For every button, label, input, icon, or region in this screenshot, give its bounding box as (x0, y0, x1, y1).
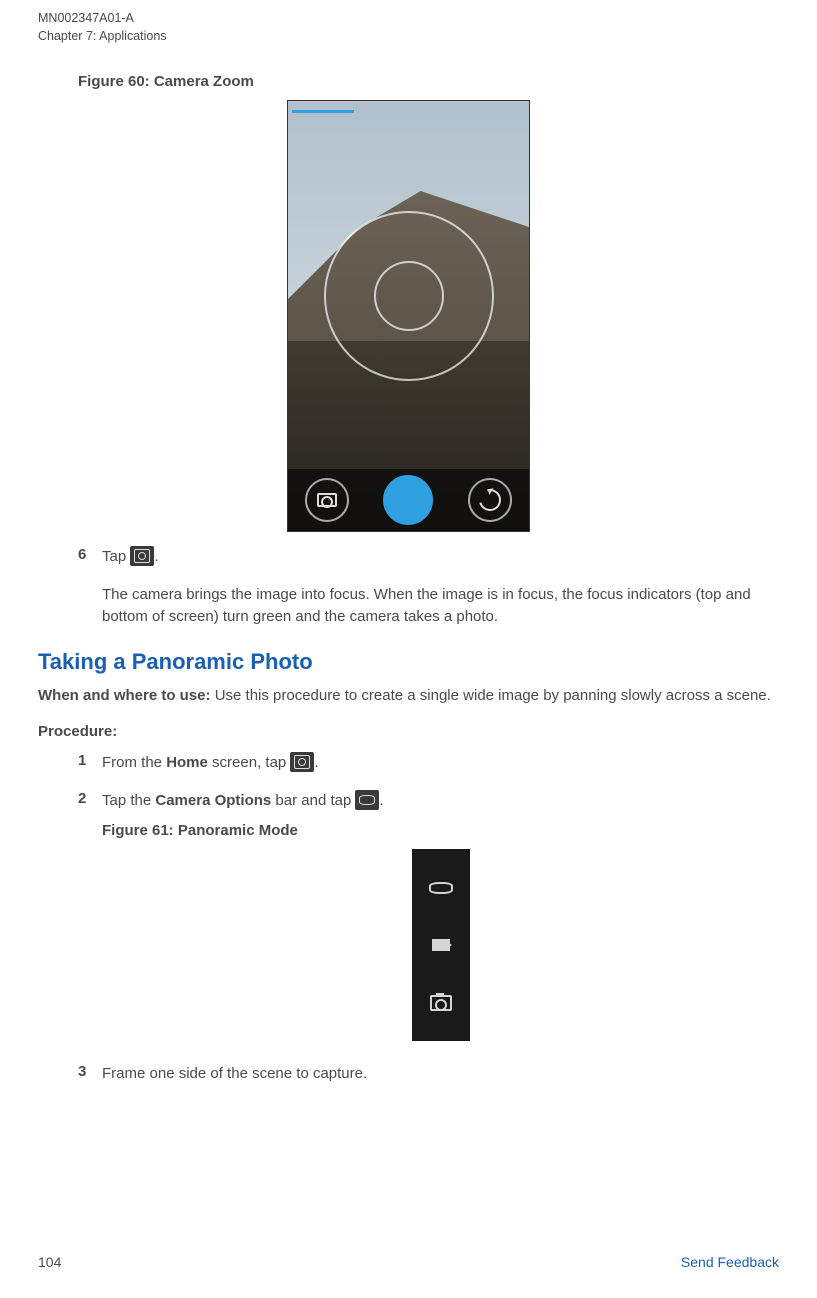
page-footer: 104 Send Feedback (38, 1254, 779, 1270)
photo-mode-icon (427, 989, 455, 1017)
page-number: 104 (38, 1254, 61, 1270)
figure-60-caption: Figure 60: Camera Zoom (78, 73, 779, 90)
camera-icon (290, 752, 314, 772)
step-6: 6 Tap . (78, 546, 779, 576)
video-mode-icon (427, 931, 455, 959)
chapter-label: Chapter 7: Applications (38, 28, 779, 46)
panorama-mode-icon (427, 874, 455, 902)
figure-60-image (287, 100, 530, 532)
figure-61-image (412, 849, 470, 1041)
page-header: MN002347A01-A Chapter 7: Applications (38, 10, 779, 45)
step-1-text: From the Home screen, tap . (102, 752, 779, 774)
step-3: 3 Frame one side of the scene to capture… (78, 1063, 779, 1093)
step-1: 1 From the Home screen, tap . (78, 752, 779, 782)
figure-61-caption: Figure 61: Panoramic Mode (102, 820, 779, 842)
procedure-label: Procedure: (38, 723, 779, 740)
section-intro: When and where to use: Use this procedur… (38, 685, 779, 707)
step-6-text: Tap . (102, 546, 779, 568)
camera-bottom-bar (288, 469, 529, 531)
camera-icon (130, 546, 154, 566)
panorama-icon (355, 790, 379, 810)
camera-mode-icon (305, 478, 349, 522)
switch-camera-icon (468, 478, 512, 522)
section-title: Taking a Panoramic Photo (38, 649, 779, 675)
doc-id: MN002347A01-A (38, 10, 779, 28)
step-number: 6 (78, 546, 102, 563)
step-6-continuation: The camera brings the image into focus. … (102, 584, 779, 628)
step-3-text: Frame one side of the scene to capture. (102, 1063, 779, 1085)
step-number: 3 (78, 1063, 102, 1080)
zoom-inner-ring (374, 261, 444, 331)
step-number: 1 (78, 752, 102, 769)
shutter-button-icon (383, 475, 433, 525)
step-2: 2 Tap the Camera Options bar and tap . F… (78, 790, 779, 1056)
step-2-text: Tap the Camera Options bar and tap . (102, 790, 779, 812)
step-number: 2 (78, 790, 102, 807)
send-feedback-link[interactable]: Send Feedback (681, 1254, 779, 1270)
figure-60-wrap (38, 100, 779, 532)
